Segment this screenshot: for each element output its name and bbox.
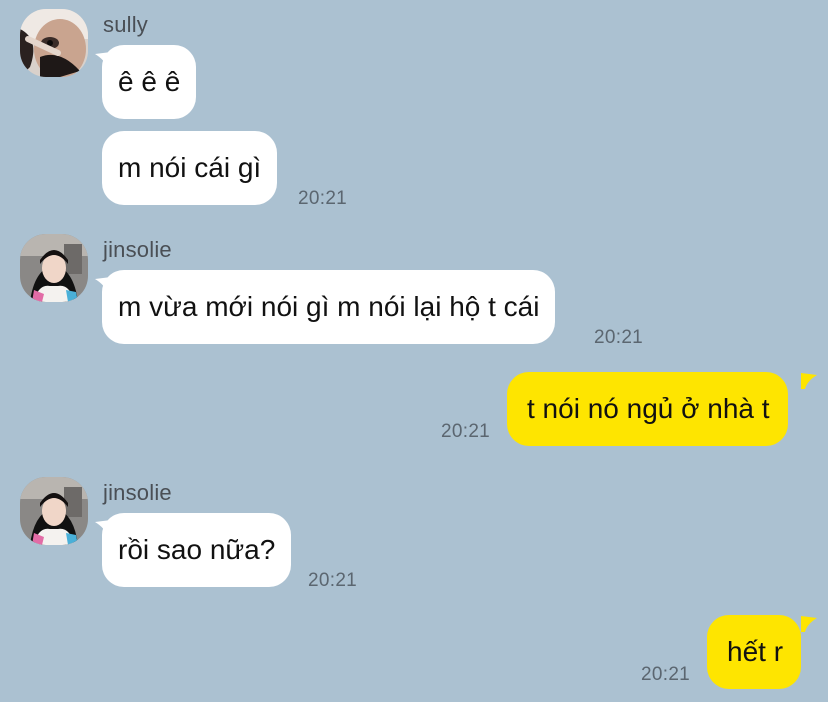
message-bubble[interactable]: t nói nó ngủ ở nhà t: [507, 372, 788, 446]
jinsolie-avatar[interactable]: [20, 234, 88, 302]
message-bubble[interactable]: m nói cái gì: [102, 131, 278, 205]
message-bubble[interactable]: rồi sao nữa?: [102, 513, 292, 587]
bubble-tail-icon: [95, 277, 111, 293]
message-timestamp: 20:21: [308, 570, 358, 591]
message-text: t nói nó ngủ ở nhà t: [527, 393, 770, 424]
sender-name: jinsolie: [103, 237, 172, 262]
message-timestamp: 20:21: [298, 188, 348, 209]
message-timestamp: 20:21: [594, 327, 644, 348]
jinsolie-avatar[interactable]: [20, 477, 88, 545]
message-text: rồi sao nữa?: [118, 534, 276, 565]
bubble-tail-icon: [95, 520, 111, 536]
message-bubble[interactable]: m vừa mới nói gì m nói lại hộ t cái: [102, 270, 556, 344]
message-timestamp: 20:21: [441, 421, 491, 442]
message-timestamp: 20:21: [641, 664, 691, 685]
bubble-tail-icon: [95, 52, 111, 68]
message-bubble[interactable]: hết r: [707, 615, 802, 689]
message-text: m vừa mới nói gì m nói lại hộ t cái: [118, 291, 540, 322]
sender-name: sully: [103, 12, 149, 37]
sully-avatar[interactable]: [20, 9, 88, 77]
message-text: m nói cái gì: [118, 152, 262, 183]
sender-name: jinsolie: [103, 480, 172, 505]
bubble-tail-icon: [801, 616, 817, 632]
message-bubble[interactable]: ê ê ê: [102, 45, 197, 119]
message-text: ê ê ê: [118, 66, 181, 97]
bubble-tail-icon: [801, 373, 817, 389]
message-text: hết r: [727, 636, 784, 667]
